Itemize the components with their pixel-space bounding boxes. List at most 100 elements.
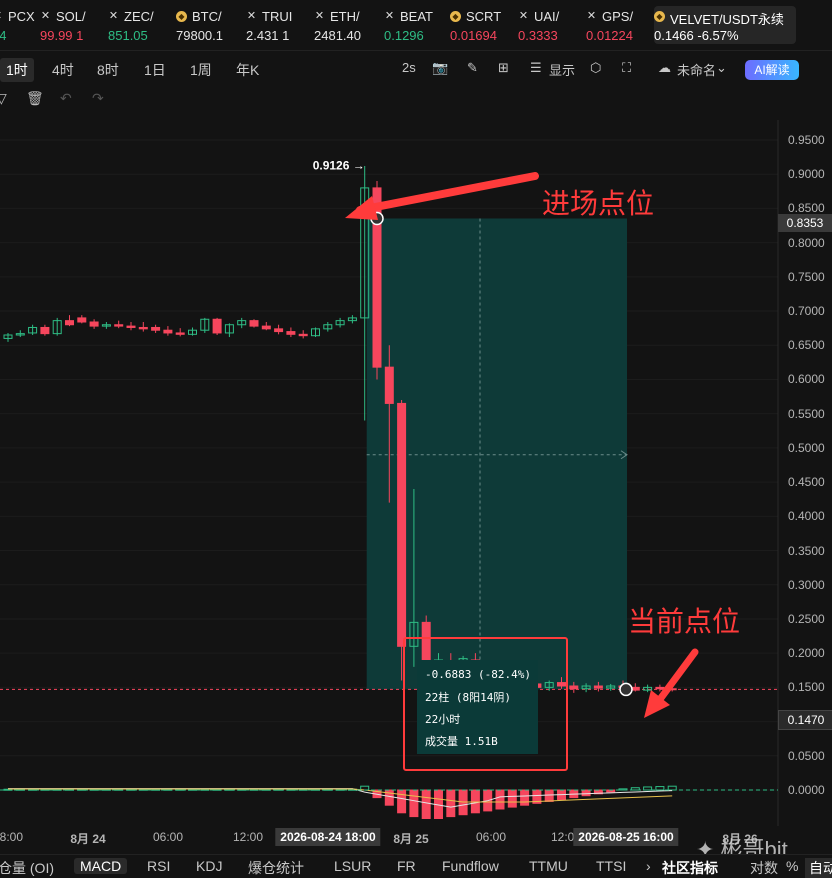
timeframe-1[interactable]: 4时 bbox=[52, 60, 74, 80]
price-tick: 0.6500 bbox=[788, 338, 825, 353]
candlestick-chart[interactable]: 0.9126 →0.1334 → bbox=[0, 0, 832, 875]
timeframe-5[interactable]: 年K bbox=[236, 60, 259, 80]
indicator-tab-5[interactable]: LSUR bbox=[334, 858, 371, 874]
candle-body bbox=[188, 329, 197, 335]
macd-bar bbox=[618, 788, 628, 791]
candle-body bbox=[212, 318, 222, 334]
ticker-item[interactable]: ◆ BTC/79800.1 bbox=[176, 6, 240, 44]
macd-bar bbox=[15, 788, 25, 791]
macd-bar bbox=[507, 789, 517, 808]
display-label[interactable]: 显示 bbox=[549, 60, 575, 79]
candle-body bbox=[384, 366, 394, 404]
tooltip-volume: 成交量 1.51B bbox=[425, 735, 498, 748]
indicator-tab-6[interactable]: FR bbox=[397, 858, 416, 874]
coin-icon: ◆ bbox=[176, 11, 187, 22]
price-tick: 0.7000 bbox=[788, 304, 825, 319]
community-indicators-button[interactable]: 社区指标 bbox=[662, 858, 718, 878]
ticker-item[interactable]: ✕ GPS/0.01224 bbox=[586, 6, 650, 44]
camera-icon[interactable]: 📷 bbox=[432, 60, 448, 76]
undo-icon[interactable]: ↶ bbox=[60, 90, 72, 107]
percent-toggle[interactable]: % bbox=[786, 858, 798, 874]
filter-icon[interactable]: ▽ bbox=[0, 90, 7, 107]
redo-icon[interactable]: ↷ bbox=[92, 90, 104, 107]
price-tick: 0.7500 bbox=[788, 269, 825, 284]
cross-icon: ✕ bbox=[314, 10, 325, 22]
macd-bar bbox=[434, 789, 443, 819]
display-icon[interactable]: ☰ bbox=[530, 60, 542, 76]
indicator-tab-9[interactable]: TTSI bbox=[596, 858, 626, 874]
candle-body bbox=[65, 320, 74, 326]
candle-body bbox=[249, 320, 259, 327]
ticker-item[interactable]: ✕ ETH/2481.40 bbox=[314, 6, 378, 44]
candle-body bbox=[643, 686, 653, 691]
macd-bar bbox=[175, 788, 185, 791]
macd-bar bbox=[298, 788, 308, 791]
trash-icon[interactable]: 🗑 bbox=[26, 90, 44, 107]
indicator-tab-1[interactable]: MACD bbox=[74, 858, 128, 874]
ticker-symbol: ZEC/ bbox=[124, 9, 154, 24]
ticker-price: 2481.40 bbox=[314, 28, 361, 43]
settings-icon[interactable]: ⬡ bbox=[590, 60, 601, 76]
indicator-tab-0[interactable]: 仓量 (OI) bbox=[0, 858, 54, 878]
add-note-icon[interactable]: ⊞ bbox=[498, 60, 509, 76]
macd-bar bbox=[286, 788, 296, 791]
fullscreen-icon[interactable]: ⛶ bbox=[622, 60, 631, 76]
cloud-icon[interactable]: ☁ bbox=[658, 60, 671, 76]
price-tick: 0.9000 bbox=[788, 167, 825, 182]
macd-bar bbox=[495, 789, 505, 810]
indicator-tab-4[interactable]: 爆仓统计 bbox=[248, 858, 304, 878]
indicator-tab-3[interactable]: KDJ bbox=[196, 858, 222, 874]
price-tick: 0.2500 bbox=[788, 611, 825, 626]
log-scale-toggle[interactable]: 对数 bbox=[750, 858, 778, 878]
ticker-item[interactable]: ✕ ZEC/851.05 bbox=[108, 6, 172, 44]
candle-body bbox=[544, 682, 554, 688]
ticker-symbol: VELVET/USDT永续 bbox=[670, 12, 784, 27]
timeframe-0[interactable]: 1时 bbox=[0, 58, 34, 82]
ticker-item[interactable]: ✕ SOL/99.99 1 bbox=[40, 6, 104, 44]
macd-bar bbox=[593, 789, 603, 795]
interval-label[interactable]: 2s bbox=[402, 60, 416, 75]
indicator-tab-2[interactable]: RSI bbox=[147, 858, 170, 874]
price-tick: 0.6000 bbox=[788, 372, 825, 387]
chevron-down-icon[interactable]: ⌄ bbox=[716, 60, 727, 76]
ticker-symbol: GPS/ bbox=[602, 9, 634, 24]
indicator-tab-8[interactable]: TTMU bbox=[529, 858, 568, 874]
cross-icon: ✕ bbox=[518, 10, 529, 22]
tooltip-duration: 22小时 bbox=[425, 713, 461, 726]
auto-scale-toggle[interactable]: 自动 bbox=[805, 858, 832, 878]
current-marker bbox=[619, 682, 633, 697]
time-tick: 2026-08-25 16:00 bbox=[573, 828, 679, 846]
ticker-item[interactable]: ✕ BEAT 0.1296 bbox=[384, 6, 448, 44]
ai-interpret-button[interactable]: AI解读 bbox=[745, 60, 799, 80]
timeframe-2[interactable]: 8时 bbox=[97, 60, 119, 80]
time-tick: 06:00 bbox=[152, 830, 184, 844]
macd-bar bbox=[138, 788, 148, 791]
pencil-icon[interactable]: ✎ bbox=[467, 60, 478, 76]
macd-bar bbox=[409, 789, 419, 818]
time-tick: 18:00 bbox=[0, 830, 24, 844]
timeframe-3[interactable]: 1日 bbox=[144, 60, 166, 80]
indicator-tab-7[interactable]: Fundflow bbox=[442, 858, 499, 874]
range-measure-tooltip: -0.6883 (-82.4%) 22柱 (8阳14阴) 22小时 成交量 1.… bbox=[417, 660, 538, 754]
current-arrow bbox=[651, 648, 699, 710]
entry-marker bbox=[370, 211, 384, 226]
ticker-item[interactable]: ✕ UAI/0.3333 bbox=[518, 6, 582, 44]
macd-bar bbox=[52, 788, 62, 791]
entry-price-tag: 0.8353 bbox=[778, 214, 832, 232]
cross-icon: ✕ bbox=[246, 10, 257, 22]
ticker-item[interactable]: ◆ VELVET/USDT永续 0.1466 -6.57% bbox=[654, 6, 796, 44]
macd-bar bbox=[89, 788, 99, 791]
ticker-price: 0.3333 bbox=[518, 28, 558, 43]
ticker-item[interactable]: ✕ TRUI 2.431 1 bbox=[246, 6, 310, 44]
ticker-item[interactable]: ◆ SCRT 0.01694 bbox=[450, 6, 514, 44]
candle-body bbox=[40, 326, 50, 335]
macd-bar bbox=[151, 788, 161, 791]
time-tick: 8月 24 bbox=[70, 832, 106, 846]
layout-label[interactable]: 未命名 bbox=[677, 60, 716, 79]
chevron-right-icon[interactable]: › bbox=[646, 858, 651, 874]
timeframe-4[interactable]: 1周 bbox=[190, 60, 212, 80]
macd-bar bbox=[261, 788, 271, 791]
macd-bar bbox=[520, 789, 530, 806]
macd-bar bbox=[65, 788, 74, 791]
candle-body bbox=[151, 326, 161, 331]
